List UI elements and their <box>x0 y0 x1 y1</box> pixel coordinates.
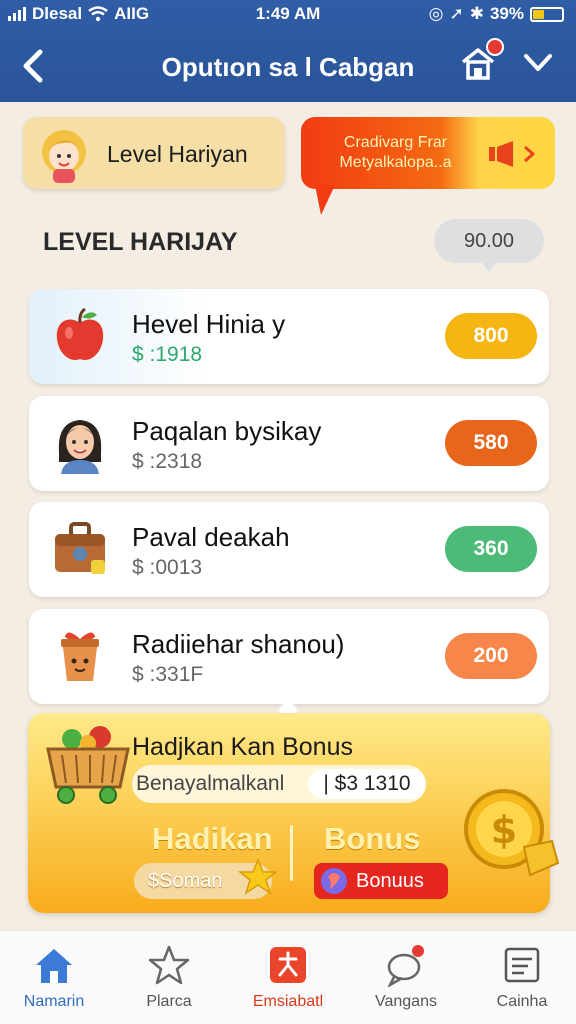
promo-banner[interactable]: Cradivarg Frar Metyalkalopa..a <box>301 117 555 215</box>
shopping-basket-icon <box>46 726 130 804</box>
document-icon <box>504 947 540 983</box>
gem-icon <box>321 868 347 894</box>
level-card[interactable]: Radiiehar shanou) $ :331F 200 <box>29 609 549 704</box>
status-bar: Dlesal AIIG 1:49 AM ◎ ➚ ✱ 39% <box>0 4 576 26</box>
level-name: Paval deakah <box>132 522 290 552</box>
alarm-icon: ◎ <box>428 4 444 23</box>
bonus-button[interactable]: Bonuus <box>314 863 448 899</box>
level-name: Hevel Hinia y <box>132 309 286 339</box>
level-badge[interactable]: 360 <box>445 526 537 572</box>
level-badge[interactable]: 200 <box>445 633 537 679</box>
star-icon <box>148 945 190 985</box>
megaphone-icon <box>489 141 535 167</box>
nav-tab-favorites[interactable]: Plarca <box>121 943 217 1011</box>
level-amount: $ :331F <box>132 663 204 686</box>
level-badge[interactable]: 580 <box>445 420 537 466</box>
chat-icon <box>387 945 424 987</box>
coin-icon: $ <box>464 789 560 877</box>
daily-level-banner[interactable]: Level Hariyan <box>23 117 285 189</box>
level-amount: $ :2318 <box>132 450 203 473</box>
level-name: Paqalan bysikay <box>132 416 322 446</box>
apple-icon <box>56 307 104 361</box>
nav-label: Emsiabatl <box>252 993 324 1010</box>
level-amount: $ :0013 <box>132 556 203 579</box>
battery-percent: 39% <box>489 4 524 23</box>
home-icon <box>36 949 72 983</box>
nav-label: Namarin <box>23 993 85 1010</box>
bonus-amount: | $3 1310 <box>308 769 426 799</box>
speech-tail <box>315 185 335 215</box>
chevron-down-icon <box>524 54 552 71</box>
nav-tab-messages[interactable]: Vangans <box>358 943 454 1011</box>
battery-icon <box>530 6 564 22</box>
bonus-panel: Hadjkan Kan Bonus Benayalmalkanl | $3 13… <box>28 713 560 913</box>
girl-avatar-icon <box>42 130 86 183</box>
daily-level-label: Level Hariyan <box>107 141 248 167</box>
nav-tab-home[interactable]: Namarin <box>6 943 102 1011</box>
location-icon: ➚ <box>449 4 464 23</box>
svg-text:$: $ <box>491 808 517 852</box>
level-card[interactable]: Paval deakah $ :0013 360 <box>29 502 549 597</box>
bonus-title: Hadjkan Kan Bonus <box>132 733 353 761</box>
level-badge[interactable]: 800 <box>445 313 537 359</box>
home-cart-button[interactable] <box>458 38 504 84</box>
bonus-button-label: Bonuus <box>356 870 424 892</box>
section-value-pill: 90.00 <box>434 219 544 272</box>
section-title: LEVEL HARIJAY <box>43 228 238 256</box>
bonus-divider <box>290 825 293 881</box>
star-icon <box>238 858 278 895</box>
nav-label: Vangans <box>375 993 437 1010</box>
level-amount: $ :1918 <box>132 343 203 366</box>
nav-label: Plarca <box>146 993 192 1010</box>
nav-label: Cainha <box>496 993 548 1010</box>
bonus-right-heading: Bonus <box>324 821 421 856</box>
woman-avatar-icon <box>58 420 102 474</box>
level-card[interactable]: Paqalan bysikay $ :2318 580 <box>29 396 549 491</box>
notification-dot <box>486 38 504 56</box>
activity-icon <box>270 947 306 983</box>
bonus-subtitle-pill: Benayalmalkanl | $3 1310 <box>132 765 426 803</box>
bonus-left-heading: Hadikan <box>152 821 273 856</box>
claim-button-label: $Soman <box>148 870 223 892</box>
bonus-subtitle: Benayalmalkanl <box>136 772 285 795</box>
level-card[interactable]: Hevel Hinia y $ :1918 800 <box>29 289 549 384</box>
menu-button[interactable] <box>518 42 558 82</box>
nav-tab-account[interactable]: Cainha <box>474 943 570 1011</box>
claim-button[interactable]: $Soman <box>134 858 278 899</box>
nav-tab-activity[interactable]: Emsiabatl <box>240 943 336 1011</box>
bag-icon <box>55 522 105 574</box>
gift-pot-icon <box>61 632 99 681</box>
bluetooth-icon: ✱ <box>469 4 484 23</box>
promo-text: Cradivarg Frar Metyalkalopa..a <box>339 134 452 171</box>
bottom-nav: Namarin Plarca Emsiabatl Vangans Cainha <box>0 930 576 1024</box>
app-header: Dlesal AIIG 1:49 AM ◎ ➚ ✱ 39% Oputıon sa… <box>0 0 576 102</box>
level-name: Radiiehar shanou) <box>132 629 345 659</box>
